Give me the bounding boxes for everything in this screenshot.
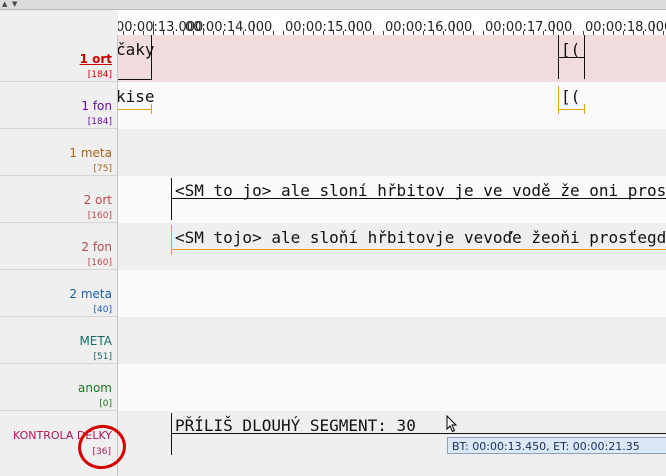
tier-count: [0] bbox=[99, 399, 112, 409]
segment[interactable]: <SM to jo> ale sloní hřbitov je ve vodě … bbox=[171, 176, 666, 223]
tier-count: [184] bbox=[87, 117, 112, 127]
tier-label-1-meta[interactable]: 1 meta [75] bbox=[0, 129, 117, 176]
scroll-up-arrow-icon[interactable]: ▲ bbox=[2, 1, 7, 8]
ruler-tick bbox=[603, 28, 604, 35]
segment-boundary[interactable] bbox=[151, 35, 152, 79]
segment-bracket bbox=[118, 79, 152, 80]
tier-row-1-fon[interactable]: kise [( bbox=[118, 82, 666, 129]
ruler-tick bbox=[153, 21, 154, 35]
segment[interactable]: čaky bbox=[118, 35, 155, 82]
segment-boundary[interactable] bbox=[171, 225, 172, 255]
annotation-rows: čaky [( kise [( <SM to jo> ale sloní hřb… bbox=[118, 35, 666, 476]
segment-text: čaky bbox=[118, 40, 155, 59]
ruler-label: 00:00:14.000 bbox=[185, 20, 273, 35]
tier-count: [51] bbox=[93, 352, 112, 362]
ruler-label: 00:00:16.000 bbox=[385, 20, 473, 35]
tier-name: 2 fon bbox=[81, 240, 112, 254]
top-strip: ▲ ▼ bbox=[0, 0, 666, 10]
ruler-tick bbox=[253, 21, 254, 35]
tier-label-column: 1 ort [184] 1 fon [184] 1 meta [75] 2 or… bbox=[0, 35, 118, 476]
ruler-tick bbox=[503, 28, 504, 35]
segment-bracket bbox=[558, 109, 585, 110]
segment[interactable]: [( bbox=[558, 35, 585, 82]
tier-count: [75] bbox=[93, 164, 112, 174]
tier-label-meta[interactable]: META [51] bbox=[0, 317, 117, 364]
ruler-label: 00:00:15.000 bbox=[285, 20, 373, 35]
segment-bracket bbox=[171, 198, 666, 199]
tier-row-anom[interactable] bbox=[118, 364, 666, 411]
tier-name: 1 fon bbox=[81, 99, 112, 113]
tier-name: anom bbox=[78, 381, 112, 395]
tier-count: [184] bbox=[87, 70, 112, 80]
ruler-tick bbox=[353, 21, 354, 35]
segment-time-tooltip: BT: 00:00:13.450, ET: 00:00:21.35 bbox=[447, 437, 666, 454]
ruler-tick bbox=[203, 28, 204, 35]
segment[interactable]: [( bbox=[558, 82, 585, 129]
tier-name: META bbox=[79, 334, 112, 348]
ruler-tick bbox=[553, 21, 554, 35]
ruler-tick bbox=[653, 21, 654, 35]
tier-label-2-ort[interactable]: 2 ort [160] bbox=[0, 176, 117, 223]
tier-row-2-ort[interactable]: <SM to jo> ale sloní hřbitov je ve vodě … bbox=[118, 176, 666, 223]
tier-name: 1 meta bbox=[69, 146, 112, 160]
segment-boundary[interactable] bbox=[171, 413, 172, 455]
tier-label-anom[interactable]: anom [0] bbox=[0, 364, 117, 411]
tier-label-2-meta[interactable]: 2 meta [40] bbox=[0, 270, 117, 317]
scroll-down-arrow-icon[interactable]: ▼ bbox=[12, 1, 17, 8]
segment-bracket bbox=[171, 433, 666, 434]
tier-row-1-meta[interactable] bbox=[118, 129, 666, 176]
tier-row-1-ort[interactable]: čaky [( bbox=[118, 35, 666, 82]
tier-label-2-fon[interactable]: 2 fon [160] bbox=[0, 223, 117, 270]
segment[interactable]: kise bbox=[118, 82, 155, 129]
segment-text: <SM tojo> ale sloňí hřbitovje vevoďe žeo… bbox=[175, 228, 666, 247]
tier-label-1-ort[interactable]: 1 ort [184] bbox=[0, 35, 117, 82]
tier-count: [40] bbox=[93, 305, 112, 315]
tier-count: [160] bbox=[87, 211, 112, 221]
tier-count: [160] bbox=[87, 258, 112, 268]
time-ruler[interactable]: 00:00:13.000 00:00:14.000 00:00:15.000 0… bbox=[118, 10, 666, 36]
ruler-label: 00:00:17.000 bbox=[485, 20, 573, 35]
tier-name: 1 ort bbox=[79, 52, 112, 66]
mouse-pointer-icon bbox=[446, 415, 458, 433]
tier-row-2-fon[interactable]: <SM tojo> ale sloňí hřbitovje vevoďe žeo… bbox=[118, 223, 666, 270]
segment-boundary[interactable] bbox=[171, 178, 172, 220]
tier-row-2-meta[interactable] bbox=[118, 270, 666, 317]
tier-name: 2 ort bbox=[83, 193, 112, 207]
segment-bracket bbox=[171, 249, 666, 250]
tier-row-meta[interactable] bbox=[118, 317, 666, 364]
segment-bracket bbox=[118, 109, 152, 110]
segment-text: [( bbox=[561, 87, 581, 106]
segment[interactable]: <SM tojo> ale sloňí hřbitovje vevoďe žeo… bbox=[171, 223, 666, 270]
ruler-tick bbox=[303, 28, 304, 35]
ruler-tick bbox=[403, 28, 404, 35]
tier-name: 2 meta bbox=[69, 287, 112, 301]
tier-label-1-fon[interactable]: 1 fon [184] bbox=[0, 82, 117, 129]
segment-text: kise bbox=[118, 87, 155, 106]
ruler-tick bbox=[453, 21, 454, 35]
segment-bracket bbox=[558, 57, 585, 58]
